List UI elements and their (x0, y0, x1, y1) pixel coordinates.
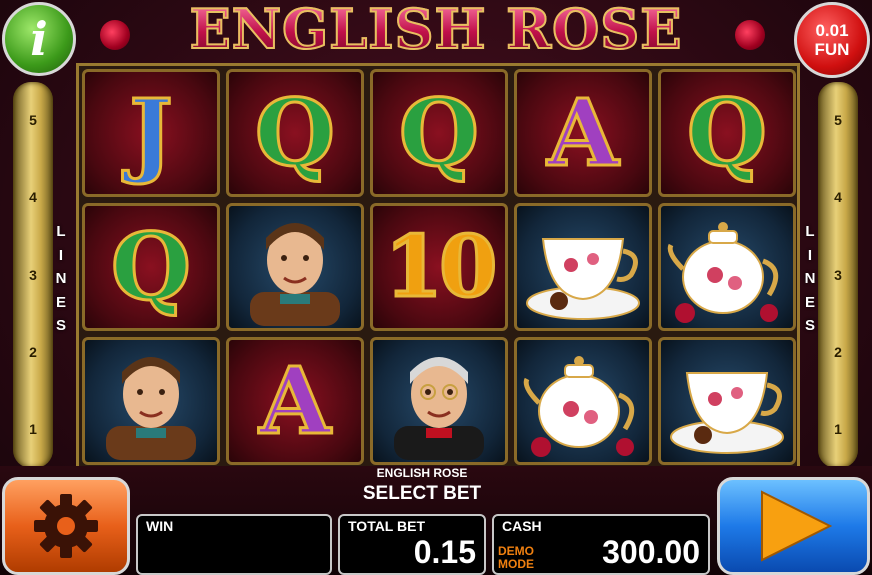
reel-3-row-1-symbol: Q (370, 69, 508, 197)
total-bet-value: 0.15 (413, 534, 476, 570)
total-bet-label: TOTAL BET (348, 518, 425, 534)
lines-indicator-right: 5 4 3 2 1 (818, 82, 858, 468)
reel-4-row-1-symbol: A (514, 69, 652, 197)
reel-5-row-2-symbol (658, 203, 796, 331)
symbol-teapot-icon (523, 356, 635, 457)
symbol-teapot-icon (667, 222, 779, 323)
line-5-left[interactable]: 5 (13, 112, 53, 128)
cash-panel: CASH DEMO MODE 300.00 (492, 514, 710, 575)
line-4-left[interactable]: 4 (13, 189, 53, 205)
symbol-10-icon: 10 (383, 217, 499, 316)
symbol-teacup-icon (526, 238, 640, 320)
symbol-butler-icon (394, 357, 484, 460)
coin-value: 0.01 (815, 21, 849, 40)
reel-4-row-2-symbol (514, 203, 652, 331)
reel-5-row-3-symbol (658, 337, 796, 465)
symbol-q-icon: Q (685, 79, 768, 187)
line-1-right[interactable]: 1 (818, 421, 858, 437)
cash-label: CASH (502, 518, 542, 534)
reel-2-row-2-symbol (226, 203, 364, 331)
reel-1-row-3-symbol (82, 337, 220, 465)
spin-button[interactable] (717, 477, 870, 575)
gear-icon (34, 494, 98, 558)
game-title-banner: ENGLISH ROSE (140, 0, 732, 61)
win-panel: WIN (136, 514, 332, 575)
lines-label-left: LINES (55, 223, 67, 334)
line-3-right[interactable]: 3 (818, 267, 858, 283)
reel-2-row-3-symbol: A (226, 337, 364, 465)
line-5-right[interactable]: 5 (818, 112, 858, 128)
lines-label-right: LINES (804, 223, 816, 334)
rose-decoration-icon (735, 20, 765, 50)
line-3-left[interactable]: 3 (13, 267, 53, 283)
symbol-q-icon: Q (109, 213, 192, 321)
play-mode-label: FUN (814, 40, 850, 59)
settings-button[interactable] (2, 477, 130, 575)
info-button[interactable]: i (2, 2, 76, 76)
select-bet-button[interactable]: SELECT BET (320, 483, 524, 505)
game-name-label: ENGLISH ROSE (376, 466, 468, 480)
reel-3-row-2-symbol: 10 (370, 203, 508, 331)
lines-indicator-left: 5 4 3 2 1 (13, 82, 53, 468)
cash-value: 300.00 (602, 534, 700, 570)
symbol-teacup-icon (670, 372, 784, 454)
symbol-j-icon: J (128, 79, 174, 187)
line-4-right[interactable]: 4 (818, 189, 858, 205)
symbol-q-icon: Q (253, 79, 336, 187)
reel-3-row-3-symbol (370, 337, 508, 465)
reel-grid: J Q Q A Q 10 A Q (76, 63, 800, 469)
reel-2-row-1-symbol: Q (226, 69, 364, 197)
line-2-left[interactable]: 2 (13, 344, 53, 360)
win-label: WIN (146, 518, 174, 534)
coin-value-button[interactable]: 0.01 FUN (794, 2, 870, 78)
reel-1-row-2-symbol: Q (82, 203, 220, 331)
symbol-a-icon: A (258, 347, 332, 455)
symbol-q-icon: Q (397, 79, 480, 187)
symbol-man-icon (106, 357, 196, 460)
demo-mode-label: DEMO MODE (498, 544, 534, 571)
play-arrow-icon (760, 490, 832, 562)
total-bet-panel[interactable]: TOTAL BET 0.15 (338, 514, 486, 575)
line-2-right[interactable]: 2 (818, 344, 858, 360)
info-icon: i (30, 12, 48, 66)
rose-decoration-icon (100, 20, 130, 50)
reel-1-row-1-symbol: J (82, 69, 220, 197)
symbol-man-icon (250, 223, 340, 326)
reel-4-row-3-symbol (514, 337, 652, 465)
game-title: ENGLISH ROSE (189, 0, 683, 61)
symbol-a-icon: A (546, 79, 620, 187)
line-1-left[interactable]: 1 (13, 421, 53, 437)
reel-5-row-1-symbol: Q (658, 69, 796, 197)
